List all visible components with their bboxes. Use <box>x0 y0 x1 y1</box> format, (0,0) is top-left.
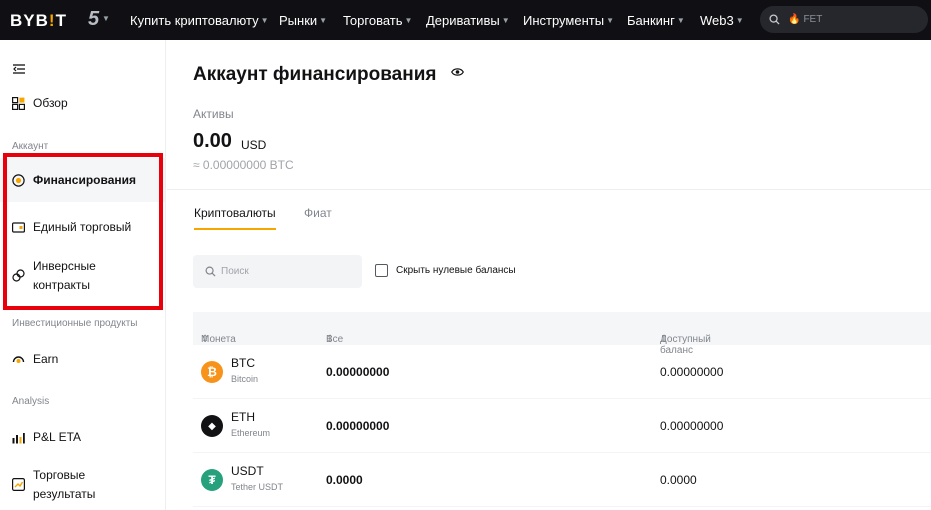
tab-crypto[interactable]: Криптовалюты <box>194 206 276 220</box>
sidebar-item-label: Торговые <box>33 468 86 482</box>
coin-search-input[interactable]: Поиск <box>193 255 362 288</box>
coin-available: 0.0000 <box>660 473 697 487</box>
trend-icon <box>12 478 25 491</box>
coin-total: 0.00000000 <box>326 365 390 379</box>
btc-coin-icon: ₿ <box>201 361 223 383</box>
sidebar-item-funding[interactable]: Финансирования <box>0 158 165 202</box>
coin-symbol: ETH <box>231 410 255 424</box>
coin-name: Tether USDT <box>231 482 284 492</box>
chevron-down-icon: ▼ <box>606 15 614 25</box>
section-header-account: Аккаунт <box>12 141 49 152</box>
sidebar-item-label-line2: результаты <box>33 487 96 501</box>
nav-label: Купить криптовалюту <box>130 12 259 28</box>
sidebar-item-overview[interactable]: Обзор <box>0 91 165 115</box>
sidebar-item-label: Инверсные <box>33 259 96 273</box>
chevron-down-icon: ▼ <box>676 15 685 25</box>
chevron-down-icon: ▼ <box>260 15 269 25</box>
divider <box>167 189 931 190</box>
assets-btc-equivalent: ≈ 0.00000000 BTC <box>193 158 294 172</box>
bar-chart-icon <box>12 432 25 443</box>
tab-fiat[interactable]: Фиат <box>304 206 332 220</box>
coin-available: 0.00000000 <box>660 365 724 379</box>
hide-zero-balances-label[interactable]: Скрыть нулевые балансы <box>396 265 516 276</box>
coin-total: 0.0000 <box>326 473 363 487</box>
fire-icon: 🔥 <box>788 14 801 25</box>
coin-symbol: BTC <box>231 356 255 370</box>
coin-total: 0.00000000 <box>326 419 390 433</box>
eye-icon[interactable] <box>451 67 464 77</box>
section-header-investment: Инвестиционные продукты <box>12 318 138 329</box>
nav-label: Инструменты <box>523 12 605 28</box>
anniversary-badge[interactable]: 5 <box>88 8 99 31</box>
search-placeholder: Поиск <box>221 266 249 277</box>
wallet-icon <box>12 221 25 233</box>
page-title: Аккаунт финансирования <box>193 64 437 85</box>
coin-available: 0.00000000 <box>660 419 724 433</box>
table-header: Монета ⇕ Все ⇕ Доступный баланс ⇕ <box>193 312 931 356</box>
grid-icon <box>12 96 25 110</box>
nav-label: Web3 <box>700 12 734 28</box>
bybit-logo[interactable]: BYB!T <box>10 11 67 31</box>
assets-unit: USD <box>241 138 267 152</box>
nav-label: Торговать <box>343 12 403 28</box>
main-content: Аккаунт финансирования Активы 0.00 USD ≈… <box>167 40 931 510</box>
link-icon <box>12 269 25 282</box>
sort-icon: ⇕ <box>201 334 210 345</box>
assets-value: 0.00 <box>193 130 232 152</box>
chevron-down-icon: ▼ <box>319 15 328 25</box>
nav-label: Банкинг <box>627 12 675 28</box>
top-navigation-bar: BYB!T 5 ▼ Купить криптовалюту ▼ Рынки ▼ То… <box>0 0 931 40</box>
chevron-down-icon: ▼ <box>404 15 413 25</box>
sidebar-item-unified-trading[interactable]: Единый торговый <box>0 215 165 239</box>
nav-markets[interactable]: Рынки ▼ <box>279 0 327 40</box>
logo-text-end: T <box>55 11 67 30</box>
global-search-input[interactable]: 🔥 FET <box>760 6 928 33</box>
section-header-analysis: Analysis <box>12 396 50 407</box>
nav-web3[interactable]: Web3 ▼ <box>700 0 744 40</box>
chevron-down-icon: ▼ <box>735 15 744 25</box>
assets-label: Активы <box>193 107 234 121</box>
earn-icon <box>12 355 25 363</box>
sidebar-item-label: Обзор <box>33 95 68 110</box>
chevron-down-icon: ▼ <box>501 15 510 25</box>
table-row[interactable]: ₿ BTC Bitcoin 0.00000000 0.00000000 <box>193 345 931 399</box>
nav-banking[interactable]: Банкинг ▼ <box>627 0 685 40</box>
nav-buy-crypto[interactable]: Купить криптовалюту ▼ <box>130 0 269 40</box>
table-row[interactable]: ₮ USDT Tether USDT 0.0000 0.0000 <box>193 453 931 507</box>
nav-label: Рынки <box>279 12 318 28</box>
sidebar-item-pnl[interactable]: P&L ETA <box>0 425 165 449</box>
sidebar-item-label: Единый торговый <box>33 219 132 234</box>
logo-text-bar: ! <box>48 11 56 30</box>
nav-label: Деривативы <box>426 12 500 28</box>
sidebar-item-label: Earn <box>33 351 59 366</box>
sidebar-item-trade-results[interactable]: Торговые результаты <box>0 464 165 504</box>
logo-text-start: BYB <box>10 11 49 30</box>
eth-coin-icon: ◆ <box>201 415 223 437</box>
active-tab-indicator <box>194 228 276 230</box>
search-suggestion: FET <box>803 14 823 25</box>
sort-icon: ⇕ <box>660 334 669 345</box>
coin-name: Ethereum <box>231 428 271 438</box>
sidebar-item-label-line2: контракты <box>33 278 91 292</box>
usdt-coin-icon: ₮ <box>201 469 223 491</box>
collapse-sidebar-icon[interactable] <box>13 61 25 79</box>
sidebar-item-label: P&L ETA <box>33 429 82 444</box>
table-row[interactable]: ◆ ETH Ethereum 0.00000000 0.00000000 <box>193 399 931 453</box>
sidebar-item-label: Финансирования <box>33 172 137 187</box>
coin-name: Bitcoin <box>231 374 259 384</box>
coin-icon <box>12 173 25 187</box>
sidebar-item-earn[interactable]: Earn <box>0 347 165 371</box>
hide-zero-balances-checkbox[interactable] <box>375 264 388 277</box>
sidebar: Обзор Аккаунт Финансирования Единый торг… <box>0 40 166 510</box>
nav-tools[interactable]: Инструменты ▼ <box>523 0 614 40</box>
nav-trade[interactable]: Торговать ▼ <box>343 0 412 40</box>
nav-derivatives[interactable]: Деривативы ▼ <box>426 0 510 40</box>
chevron-down-icon: ▼ <box>102 14 110 23</box>
search-icon <box>205 266 216 277</box>
sidebar-item-inverse-contracts[interactable]: Инверсные контракты <box>0 256 165 296</box>
coin-symbol: USDT <box>231 464 264 478</box>
search-icon <box>769 14 780 25</box>
sort-icon: ⇕ <box>326 334 335 345</box>
